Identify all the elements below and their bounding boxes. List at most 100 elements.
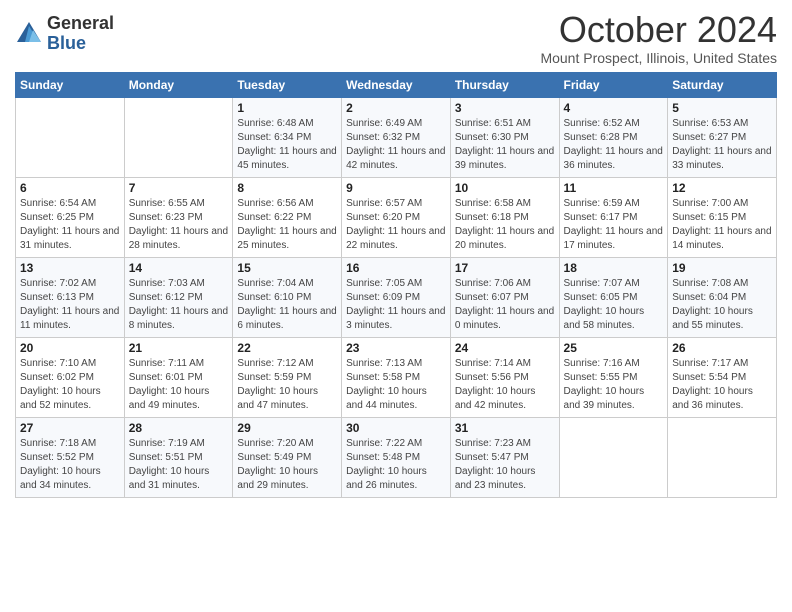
day-cell <box>16 97 125 177</box>
day-cell: 27 Sunrise: 7:18 AM Sunset: 5:52 PM Dayli… <box>16 417 125 497</box>
header: General Blue October 2024 Mount Prospect… <box>15 10 777 66</box>
header-day-saturday: Saturday <box>668 72 777 97</box>
day-info: Sunrise: 6:52 AM Sunset: 6:28 PM Dayligh… <box>564 117 664 173</box>
day-info: Sunrise: 6:51 AM Sunset: 6:30 PM Dayligh… <box>455 117 555 173</box>
day-cell: 20Sunrise: 7:10 AM Sunset: 6:02 PM Dayli… <box>16 337 125 417</box>
day-info: Sunrise: 6:54 AM Sunset: 6:25 PM Dayligh… <box>20 197 120 253</box>
page: General Blue October 2024 Mount Prospect… <box>0 0 792 612</box>
day-number: 22 <box>237 341 337 355</box>
day-info: Sunrise: 7:20 AM Sunset: 5:49 PM Dayligh… <box>237 437 337 493</box>
day-info: Sunrise: 7:19 AM Sunset: 5:51 PM Dayligh… <box>129 437 229 493</box>
day-info: Sunrise: 6:49 AM Sunset: 6:32 PM Dayligh… <box>346 117 446 173</box>
day-number: 16 <box>346 261 446 275</box>
logo-text: General Blue <box>47 14 114 54</box>
logo: General Blue <box>15 14 114 54</box>
week-row-3: 20Sunrise: 7:10 AM Sunset: 6:02 PM Dayli… <box>16 337 777 417</box>
day-cell: 24Sunrise: 7:14 AM Sunset: 5:56 PM Dayli… <box>450 337 559 417</box>
day-cell: 14Sunrise: 7:03 AM Sunset: 6:12 PM Dayli… <box>124 257 233 337</box>
day-cell: 8Sunrise: 6:56 AM Sunset: 6:22 PM Daylig… <box>233 177 342 257</box>
month-title: October 2024 <box>540 10 777 50</box>
day-number: 11 <box>564 181 664 195</box>
day-cell: 15Sunrise: 7:04 AM Sunset: 6:10 PM Dayli… <box>233 257 342 337</box>
day-info: Sunrise: 7:18 AM Sunset: 5:52 PM Dayligh… <box>20 437 120 493</box>
header-day-thursday: Thursday <box>450 72 559 97</box>
day-cell: 7Sunrise: 6:55 AM Sunset: 6:23 PM Daylig… <box>124 177 233 257</box>
day-info: Sunrise: 7:04 AM Sunset: 6:10 PM Dayligh… <box>237 277 337 333</box>
header-row: SundayMondayTuesdayWednesdayThursdayFrid… <box>16 72 777 97</box>
day-cell: 2 Sunrise: 6:49 AM Sunset: 6:32 PM Daylig… <box>342 97 451 177</box>
day-info: Sunrise: 7:23 AM Sunset: 5:47 PM Dayligh… <box>455 437 555 493</box>
day-number: 5 <box>672 101 772 115</box>
day-info: Sunrise: 7:17 AM Sunset: 5:54 PM Dayligh… <box>672 357 772 413</box>
day-info: Sunrise: 7:11 AM Sunset: 6:01 PM Dayligh… <box>129 357 229 413</box>
day-number: 30 <box>346 421 446 435</box>
title-block: October 2024 Mount Prospect, Illinois, U… <box>540 10 777 66</box>
day-number: 26 <box>672 341 772 355</box>
day-info: Sunrise: 7:02 AM Sunset: 6:13 PM Dayligh… <box>20 277 120 333</box>
header-day-monday: Monday <box>124 72 233 97</box>
day-number: 18 <box>564 261 664 275</box>
day-cell <box>124 97 233 177</box>
day-cell: 22 Sunrise: 7:12 AM Sunset: 5:59 PM Dayli… <box>233 337 342 417</box>
day-info: Sunrise: 7:12 AM Sunset: 5:59 PM Dayligh… <box>237 357 337 413</box>
day-cell: 21 Sunrise: 7:11 AM Sunset: 6:01 PM Dayli… <box>124 337 233 417</box>
subtitle: Mount Prospect, Illinois, United States <box>540 50 777 66</box>
day-number: 4 <box>564 101 664 115</box>
day-cell: 13 Sunrise: 7:02 AM Sunset: 6:13 PM Dayli… <box>16 257 125 337</box>
day-cell: 3 Sunrise: 6:51 AM Sunset: 6:30 PM Daylig… <box>450 97 559 177</box>
day-info: Sunrise: 7:13 AM Sunset: 5:58 PM Dayligh… <box>346 357 446 413</box>
day-info: Sunrise: 6:48 AM Sunset: 6:34 PM Dayligh… <box>237 117 337 173</box>
week-row-2: 13 Sunrise: 7:02 AM Sunset: 6:13 PM Dayli… <box>16 257 777 337</box>
day-cell <box>559 417 668 497</box>
day-cell: 31 Sunrise: 7:23 AM Sunset: 5:47 PM Dayli… <box>450 417 559 497</box>
day-cell: 30 Sunrise: 7:22 AM Sunset: 5:48 PM Dayli… <box>342 417 451 497</box>
day-cell: 4 Sunrise: 6:52 AM Sunset: 6:28 PM Daylig… <box>559 97 668 177</box>
header-day-friday: Friday <box>559 72 668 97</box>
day-info: Sunrise: 6:57 AM Sunset: 6:20 PM Dayligh… <box>346 197 446 253</box>
day-number: 27 <box>20 421 120 435</box>
day-cell: 10 Sunrise: 6:58 AM Sunset: 6:18 PM Dayli… <box>450 177 559 257</box>
header-day-wednesday: Wednesday <box>342 72 451 97</box>
day-info: Sunrise: 7:10 AM Sunset: 6:02 PM Dayligh… <box>20 357 120 413</box>
day-number: 13 <box>20 261 120 275</box>
day-cell: 11Sunrise: 6:59 AM Sunset: 6:17 PM Dayli… <box>559 177 668 257</box>
day-number: 7 <box>129 181 229 195</box>
day-number: 6 <box>20 181 120 195</box>
day-cell <box>668 417 777 497</box>
day-cell: 28 Sunrise: 7:19 AM Sunset: 5:51 PM Dayli… <box>124 417 233 497</box>
day-info: Sunrise: 6:58 AM Sunset: 6:18 PM Dayligh… <box>455 197 555 253</box>
day-cell: 1Sunrise: 6:48 AM Sunset: 6:34 PM Daylig… <box>233 97 342 177</box>
week-row-4: 27 Sunrise: 7:18 AM Sunset: 5:52 PM Dayli… <box>16 417 777 497</box>
calendar-table: SundayMondayTuesdayWednesdayThursdayFrid… <box>15 72 777 498</box>
day-info: Sunrise: 7:08 AM Sunset: 6:04 PM Dayligh… <box>672 277 772 333</box>
header-day-tuesday: Tuesday <box>233 72 342 97</box>
day-cell: 5 Sunrise: 6:53 AM Sunset: 6:27 PM Daylig… <box>668 97 777 177</box>
day-info: Sunrise: 7:16 AM Sunset: 5:55 PM Dayligh… <box>564 357 664 413</box>
day-number: 17 <box>455 261 555 275</box>
day-info: Sunrise: 7:06 AM Sunset: 6:07 PM Dayligh… <box>455 277 555 333</box>
day-cell: 29 Sunrise: 7:20 AM Sunset: 5:49 PM Dayli… <box>233 417 342 497</box>
week-row-0: 1Sunrise: 6:48 AM Sunset: 6:34 PM Daylig… <box>16 97 777 177</box>
day-number: 29 <box>237 421 337 435</box>
day-number: 31 <box>455 421 555 435</box>
day-cell: 6 Sunrise: 6:54 AM Sunset: 6:25 PM Daylig… <box>16 177 125 257</box>
day-info: Sunrise: 7:07 AM Sunset: 6:05 PM Dayligh… <box>564 277 664 333</box>
day-number: 23 <box>346 341 446 355</box>
day-cell: 12 Sunrise: 7:00 AM Sunset: 6:15 PM Dayli… <box>668 177 777 257</box>
day-info: Sunrise: 6:53 AM Sunset: 6:27 PM Dayligh… <box>672 117 772 173</box>
day-number: 2 <box>346 101 446 115</box>
day-number: 21 <box>129 341 229 355</box>
day-number: 25 <box>564 341 664 355</box>
day-cell: 26 Sunrise: 7:17 AM Sunset: 5:54 PM Dayli… <box>668 337 777 417</box>
day-info: Sunrise: 7:00 AM Sunset: 6:15 PM Dayligh… <box>672 197 772 253</box>
day-number: 12 <box>672 181 772 195</box>
day-number: 3 <box>455 101 555 115</box>
day-number: 28 <box>129 421 229 435</box>
day-info: Sunrise: 7:22 AM Sunset: 5:48 PM Dayligh… <box>346 437 446 493</box>
day-cell: 17 Sunrise: 7:06 AM Sunset: 6:07 PM Dayli… <box>450 257 559 337</box>
day-cell: 19Sunrise: 7:08 AM Sunset: 6:04 PM Dayli… <box>668 257 777 337</box>
day-cell: 9Sunrise: 6:57 AM Sunset: 6:20 PM Daylig… <box>342 177 451 257</box>
week-row-1: 6 Sunrise: 6:54 AM Sunset: 6:25 PM Daylig… <box>16 177 777 257</box>
day-number: 10 <box>455 181 555 195</box>
logo-general: General <box>47 14 114 34</box>
